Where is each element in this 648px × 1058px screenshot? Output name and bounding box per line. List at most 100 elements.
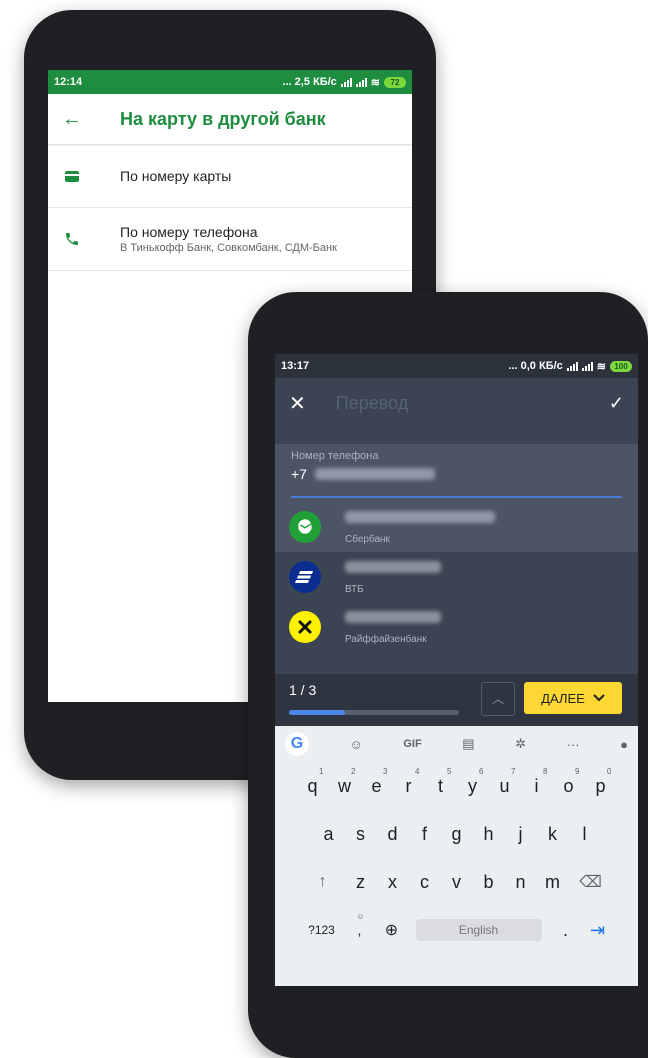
key-n[interactable]: n	[505, 860, 537, 904]
progress-fill	[289, 710, 346, 715]
suggestion-vtb[interactable]: ВТБ	[275, 552, 638, 602]
key-label: k	[548, 823, 557, 844]
keyboard-toolbar: G ☺ GIF ▤ ✲ ··· ●	[275, 726, 638, 762]
back-arrow-icon[interactable]: ←	[48, 108, 96, 131]
key-l[interactable]: l	[569, 812, 601, 856]
key-hint: 9	[575, 767, 580, 776]
next-field-key[interactable]: ⇥	[582, 908, 614, 952]
key-hint: 8	[543, 767, 548, 776]
key-label: o	[563, 775, 574, 796]
keyboard-row-1: q1w2e3r4t5y6u7i8o9p0	[275, 762, 638, 810]
key-j[interactable]: j	[505, 812, 537, 856]
bank-name: Сбербанк	[345, 533, 390, 545]
space-key[interactable]: English	[415, 919, 542, 941]
close-icon[interactable]: ✕	[289, 391, 306, 416]
emoji-comma-key[interactable]: , ☺	[344, 908, 376, 952]
signal-icon-2	[581, 361, 593, 371]
key-hint: 3	[383, 767, 388, 776]
blurred-contact-name	[345, 560, 441, 573]
suggestion-navigation: 1 / 3 ︿ ДАЛЕЕ	[275, 674, 638, 726]
mic-icon[interactable]: ●	[620, 737, 628, 752]
key-a[interactable]: a	[313, 812, 345, 856]
battery-icon: 100	[610, 360, 632, 372]
key-x[interactable]: x	[377, 860, 409, 904]
check-icon[interactable]: ✓	[609, 393, 624, 414]
key-i[interactable]: i8	[521, 764, 553, 808]
clipboard-icon[interactable]: ▤	[462, 736, 474, 752]
key-label: p	[595, 775, 606, 796]
option-phone-number[interactable]: По номеру телефона В Тинькофф Банк, Совк…	[48, 208, 412, 271]
key-label: f	[421, 823, 427, 844]
key-s[interactable]: s	[345, 812, 377, 856]
key-label: x	[388, 871, 397, 892]
key-u[interactable]: u7	[489, 764, 521, 808]
key-label: b	[483, 871, 494, 892]
bank-name: ВТБ	[345, 583, 364, 595]
toolbar: ✕ Перевод ✓	[275, 378, 638, 428]
key-label: c	[420, 871, 429, 892]
phone-icon	[66, 233, 78, 245]
next-button-label: ДАЛЕЕ	[541, 690, 585, 706]
key-hint: 1	[319, 767, 324, 776]
option-card-number[interactable]: По номеру карты	[48, 145, 412, 208]
wifi-icon: ≋	[596, 360, 606, 373]
key-label: r	[405, 775, 412, 796]
blurred-contact-name	[345, 610, 441, 623]
suggestion-sberbank[interactable]: Сбербанк	[275, 502, 638, 552]
key-w[interactable]: w2	[329, 764, 361, 808]
key-r[interactable]: r4	[393, 764, 425, 808]
key-c[interactable]: c	[409, 860, 441, 904]
signal-icon	[566, 361, 578, 371]
page-title: На карту в другой банк	[120, 108, 326, 129]
key-y[interactable]: y6	[457, 764, 489, 808]
shift-key[interactable]: ↑	[301, 860, 345, 904]
key-label: n	[515, 871, 526, 892]
key-h[interactable]: h	[473, 812, 505, 856]
option-label: По номеру карты	[120, 168, 232, 184]
key-label: q	[307, 775, 318, 796]
key-z[interactable]: z	[345, 860, 377, 904]
key-o[interactable]: o9	[553, 764, 585, 808]
key-label: u	[499, 775, 510, 796]
key-label: h	[483, 823, 494, 844]
vtb-logo-icon	[289, 561, 321, 593]
front-phone: 13:17 ... 0,0 КБ/с ≋ 100 ✕ Перевод ✓ Ном…	[248, 292, 648, 1058]
key-q[interactable]: q1	[297, 764, 329, 808]
next-button[interactable]: ДАЛЕЕ	[524, 682, 622, 714]
battery-icon: 72	[384, 76, 406, 88]
key-p[interactable]: p0	[585, 764, 617, 808]
sticker-icon[interactable]: ☺	[350, 737, 363, 752]
status-bar: 13:17 ... 0,0 КБ/с ≋ 100	[275, 354, 638, 378]
symbols-key[interactable]: ?123	[300, 908, 344, 952]
key-label: a	[323, 823, 334, 844]
key-v[interactable]: v	[441, 860, 473, 904]
google-icon[interactable]: G	[285, 732, 309, 756]
period-key[interactable]: .	[550, 908, 582, 952]
key-t[interactable]: t5	[425, 764, 457, 808]
phone-prefix: +7	[291, 466, 307, 482]
key-m[interactable]: m	[537, 860, 569, 904]
backspace-key[interactable]: ⌫	[569, 860, 613, 904]
gif-button[interactable]: GIF	[403, 738, 421, 750]
key-d[interactable]: d	[377, 812, 409, 856]
gear-icon[interactable]: ✲	[515, 736, 526, 752]
previous-button[interactable]: ︿	[481, 682, 515, 716]
key-hint: 5	[447, 767, 452, 776]
status-time: 13:17	[281, 360, 310, 372]
key-e[interactable]: e3	[361, 764, 393, 808]
key-f[interactable]: f	[409, 812, 441, 856]
field-underline	[291, 496, 622, 498]
more-icon[interactable]: ···	[567, 737, 580, 752]
key-label: g	[451, 823, 462, 844]
globe-icon[interactable]: ⊕	[376, 908, 408, 952]
signal-icon-2	[355, 77, 367, 87]
status-time: 12:14	[54, 76, 83, 88]
phone-field[interactable]: Номер телефона +7	[275, 444, 638, 502]
key-b[interactable]: b	[473, 860, 505, 904]
suggestion-counter: 1 / 3	[289, 682, 317, 698]
key-g[interactable]: g	[441, 812, 473, 856]
keyboard-row-3: ↑ z x c v bnm ⌫	[275, 858, 638, 906]
key-k[interactable]: k	[537, 812, 569, 856]
suggestion-raiffeisen[interactable]: Райффайзенбанк	[275, 602, 638, 652]
sberbank-logo-icon	[289, 511, 321, 543]
